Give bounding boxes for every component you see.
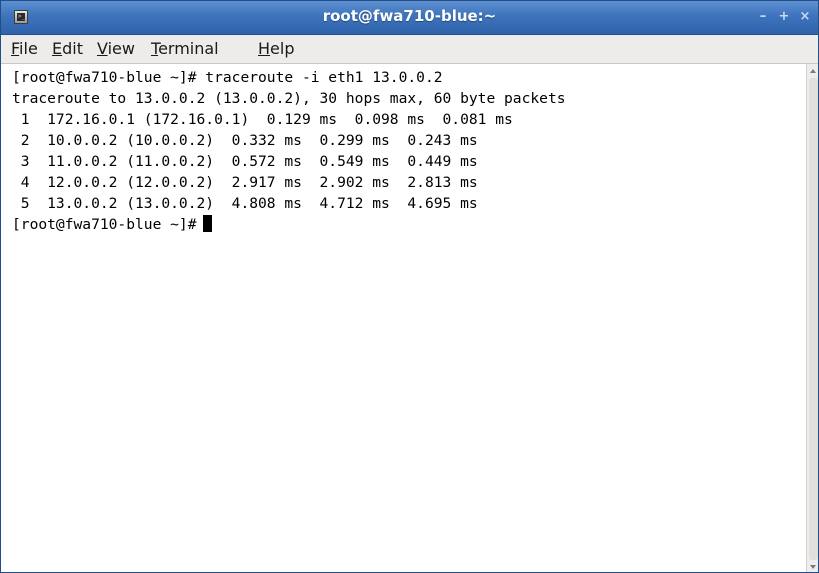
close-icon[interactable]: ×: [796, 8, 814, 26]
title-bar[interactable]: >_ root@fwa710-blue:~ – + ×: [1, 1, 818, 35]
menu-view-label: iew: [107, 39, 135, 58]
terminal-window: >_ root@fwa710-blue:~ – + × File Edit Vi…: [0, 0, 819, 573]
menu-terminal[interactable]: Terminal: [151, 35, 219, 63]
menu-edit[interactable]: Edit: [52, 35, 83, 63]
terminal-line: 3 11.0.0.2 (11.0.0.2) 0.572 ms 0.549 ms …: [12, 153, 478, 170]
scroll-down-icon[interactable]: [810, 565, 816, 569]
scroll-track[interactable]: [809, 78, 818, 560]
minimize-icon[interactable]: –: [754, 8, 772, 26]
text-cursor: [202, 215, 212, 232]
terminal-output[interactable]: [root@fwa710-blue ~]# traceroute -i eth1…: [1, 64, 806, 572]
menu-help-label: elp: [270, 39, 295, 58]
menu-bar: File Edit View Terminal Help: [1, 35, 818, 64]
menu-file-label: ile: [19, 39, 38, 58]
terminal-line: traceroute to 13.0.0.2 (13.0.0.2), 30 ho…: [12, 90, 566, 107]
shell-prompt: [root@fwa710-blue ~]#: [12, 216, 197, 233]
menu-edit-label: dit: [62, 39, 83, 58]
terminal-line: 4 12.0.0.2 (12.0.0.2) 2.917 ms 2.902 ms …: [12, 174, 478, 191]
terminal-line: 2 10.0.0.2 (10.0.0.2) 0.332 ms 0.299 ms …: [12, 132, 478, 149]
menu-help[interactable]: Help: [258, 35, 294, 63]
maximize-icon[interactable]: +: [775, 8, 793, 26]
terminal-line: [root@fwa710-blue ~]# traceroute -i eth1…: [12, 69, 443, 86]
terminal-line: 5 13.0.0.2 (13.0.0.2) 4.808 ms 4.712 ms …: [12, 195, 478, 212]
scroll-up-icon[interactable]: [810, 69, 816, 73]
menu-edit-mnemonic: E: [52, 39, 63, 58]
terminal-prompt-line: [root@fwa710-blue ~]#: [12, 214, 212, 235]
menu-view[interactable]: View: [97, 35, 135, 63]
terminal-line: 1 172.16.0.1 (172.16.0.1) 0.129 ms 0.098…: [12, 111, 513, 128]
menu-terminal-mnemonic: T: [151, 39, 159, 58]
menu-help-mnemonic: H: [258, 39, 271, 58]
vertical-scrollbar[interactable]: [806, 64, 818, 572]
menu-view-mnemonic: V: [97, 39, 108, 58]
window-title: root@fwa710-blue:~: [322, 7, 497, 25]
menu-file-mnemonic: F: [11, 39, 20, 58]
menu-file[interactable]: File: [11, 35, 38, 63]
menu-terminal-label: erminal: [158, 39, 219, 58]
